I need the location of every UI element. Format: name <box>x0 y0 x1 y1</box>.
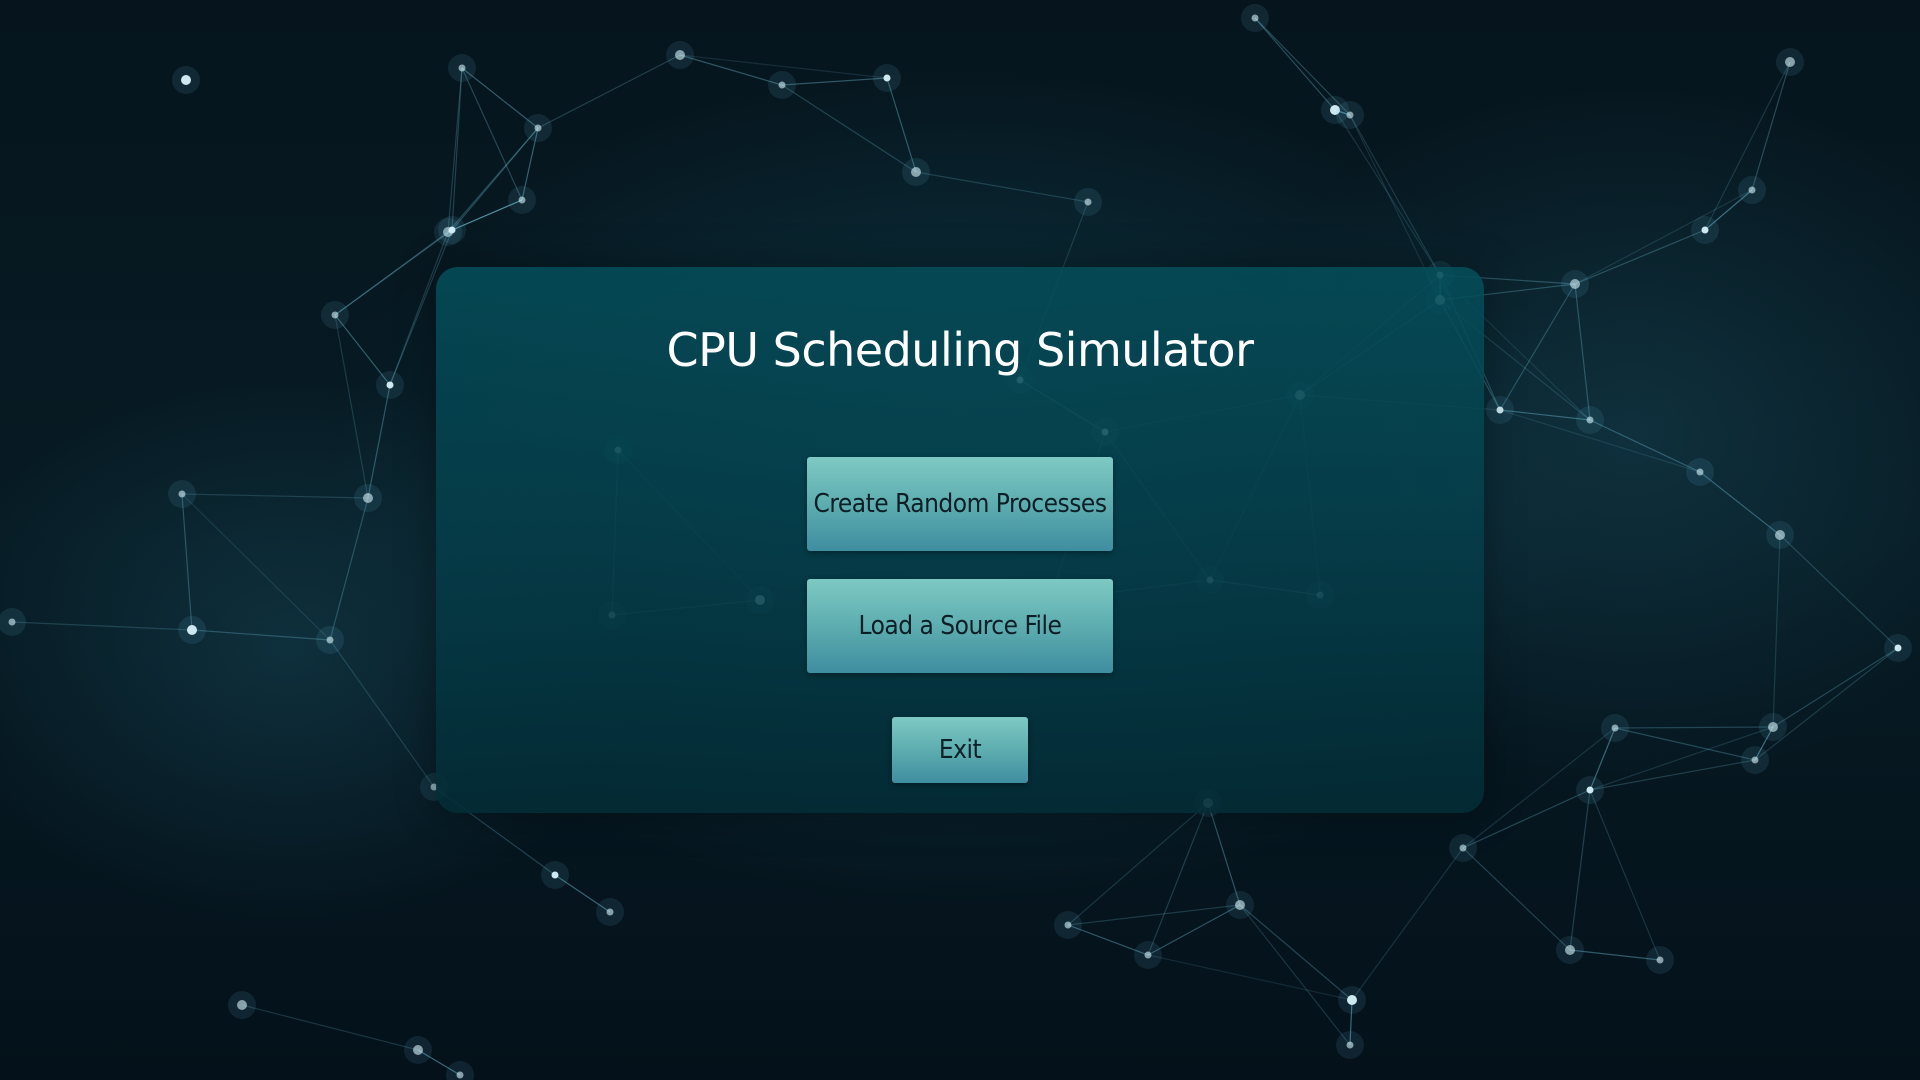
network-link <box>1254 17 1336 111</box>
network-node-glow <box>666 41 694 69</box>
network-node-glow <box>1134 941 1162 969</box>
create-random-processes-button[interactable]: Create Random Processes <box>807 457 1113 551</box>
network-link <box>1589 759 1756 791</box>
network-node-glow <box>1601 714 1629 742</box>
network-link <box>679 54 783 86</box>
network-link <box>537 54 681 129</box>
network-link <box>329 497 369 641</box>
network-link <box>1147 904 1241 956</box>
network-node-glow <box>404 1036 432 1064</box>
network-node-glow <box>1738 176 1766 204</box>
network-link <box>241 1004 419 1051</box>
network-node-glow <box>354 484 382 512</box>
network-node-glow <box>448 54 476 82</box>
network-link <box>367 384 391 499</box>
network-link <box>451 127 539 231</box>
network-node-glow <box>1336 101 1364 129</box>
network-node-glow <box>1741 746 1769 774</box>
network-link <box>461 67 523 201</box>
load-source-file-button[interactable]: Load a Source File <box>807 579 1113 673</box>
network-node-glow <box>1884 634 1912 662</box>
network-node-glow <box>902 158 930 186</box>
network-link <box>1349 114 1441 276</box>
network-link <box>1614 726 1774 729</box>
network-link <box>1614 727 1756 761</box>
network-node-glow <box>1241 4 1269 32</box>
network-link <box>1569 789 1591 951</box>
network-link <box>1772 647 1899 728</box>
network-link <box>1754 647 1899 761</box>
network-link <box>1772 534 1781 728</box>
network-link <box>781 77 888 86</box>
network-link <box>781 84 917 173</box>
network-node-glow <box>1759 713 1787 741</box>
network-node-glow <box>438 216 466 244</box>
network-link <box>1589 419 1701 473</box>
network-link <box>461 67 539 129</box>
network-node-glow <box>1336 1031 1364 1059</box>
network-link <box>11 621 193 631</box>
network-node-glow <box>508 186 536 214</box>
network-node-glow <box>1766 521 1794 549</box>
network-link <box>334 314 369 499</box>
network-node-glow <box>1054 911 1082 939</box>
network-link <box>329 639 435 788</box>
network-node-glow <box>168 480 196 508</box>
network-node-glow <box>178 616 206 644</box>
network-node-glow <box>1226 891 1254 919</box>
network-link <box>915 171 1089 203</box>
network-node-glow <box>1338 986 1366 1014</box>
network-link <box>1351 847 1464 1001</box>
exit-button[interactable]: Exit <box>892 717 1028 783</box>
network-node-glow <box>1486 396 1514 424</box>
network-link <box>1147 954 1353 1001</box>
app-title: CPU Scheduling Simulator <box>666 323 1255 377</box>
network-node-glow <box>0 608 26 636</box>
network-node-glow <box>1776 48 1804 76</box>
network-node-glow <box>768 71 796 99</box>
network-node-glow <box>873 64 901 92</box>
network-link <box>181 493 331 641</box>
network-node-glow <box>1691 216 1719 244</box>
network-node-glow <box>1074 188 1102 216</box>
network-node-glow <box>1449 834 1477 862</box>
network-link <box>1574 189 1753 285</box>
network-link <box>181 493 193 631</box>
network-node-glow <box>1646 946 1674 974</box>
network-node-glow <box>376 371 404 399</box>
network-node-glow <box>321 301 349 329</box>
network-link <box>1574 283 1591 421</box>
network-link <box>191 629 331 641</box>
menu-panel: CPU Scheduling Simulator Create Random P… <box>436 267 1484 813</box>
network-link <box>1067 904 1241 926</box>
network-link <box>1574 229 1706 285</box>
network-node-glow <box>1556 936 1584 964</box>
network-link <box>886 77 917 173</box>
network-link <box>1147 802 1209 956</box>
network-link <box>181 493 369 499</box>
network-link <box>1207 802 1241 906</box>
network-node-glow <box>596 898 624 926</box>
network-node-glow <box>1561 270 1589 298</box>
network-node-glow <box>172 66 200 94</box>
network-node-glow <box>1576 406 1604 434</box>
network-link <box>1704 61 1791 231</box>
network-node-glow <box>524 114 552 142</box>
main-menu-screen: CPU Scheduling Simulator Create Random P… <box>0 0 1920 1080</box>
network-link <box>1589 789 1661 961</box>
network-node-glow <box>228 991 256 1019</box>
network-link <box>451 67 463 231</box>
network-node-glow <box>1576 776 1604 804</box>
network-link <box>1239 904 1351 1046</box>
network-node-glow <box>316 626 344 654</box>
network-link <box>1779 534 1899 649</box>
network-node-glow <box>446 1061 474 1080</box>
network-node-glow <box>541 861 569 889</box>
network-link <box>1239 904 1353 1001</box>
network-node-glow <box>1686 458 1714 486</box>
network-link <box>1499 283 1576 411</box>
network-link <box>1699 471 1781 536</box>
network-link <box>1462 847 1571 951</box>
network-link <box>1067 802 1209 926</box>
